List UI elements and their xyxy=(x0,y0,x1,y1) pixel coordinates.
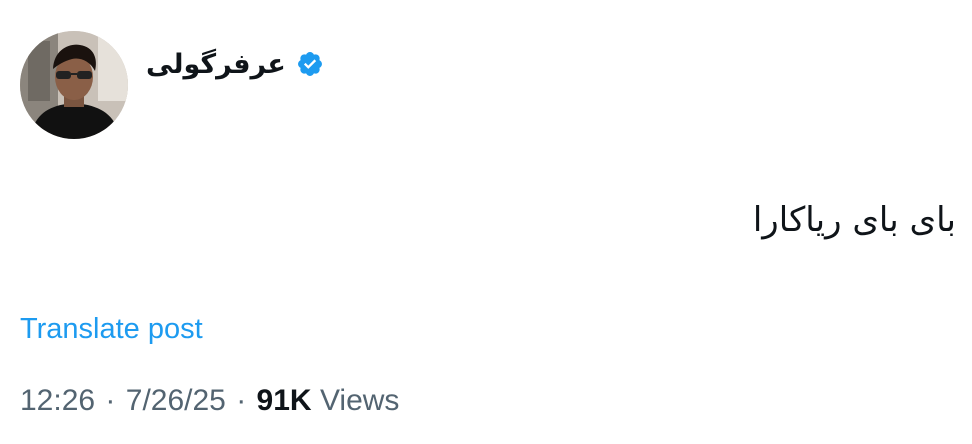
views-count[interactable]: 91K xyxy=(257,384,312,417)
views-label: Views xyxy=(319,384,400,417)
meta-separator: · xyxy=(105,384,116,417)
avatar-image xyxy=(20,31,128,139)
post-date[interactable]: 7/26/25 xyxy=(126,384,226,417)
translate-post-link[interactable]: Translate post xyxy=(20,313,203,346)
avatar[interactable] xyxy=(20,31,128,139)
verified-badge-icon xyxy=(296,50,324,78)
post-text: بای بای ریاکارا xyxy=(752,200,956,240)
post-time[interactable]: 12:26 xyxy=(20,384,95,417)
author-name-row[interactable]: عرفرگولی xyxy=(146,42,324,86)
meta-separator: · xyxy=(236,384,247,417)
author-display-name[interactable]: عرفرگولی xyxy=(146,51,286,78)
post-meta: 12:26 · 7/26/25 · 91K Views xyxy=(20,384,399,418)
